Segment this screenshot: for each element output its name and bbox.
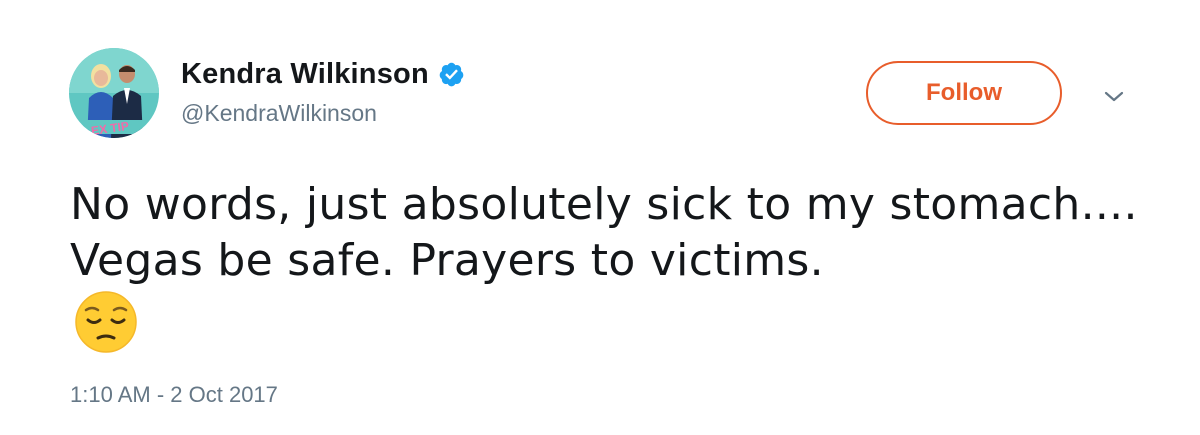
follow-button[interactable]: Follow	[866, 61, 1062, 125]
verified-badge-icon	[438, 61, 465, 88]
pensive-face-emoji-icon	[74, 290, 138, 354]
avatar-photo: EX TIP	[69, 48, 159, 138]
avatar[interactable]: EX TIP	[69, 48, 159, 138]
tweet-text: No words, just absolutely sick to my sto…	[70, 179, 1138, 286]
chevron-down-icon[interactable]	[1102, 88, 1126, 106]
name-row: Kendra Wilkinson	[181, 55, 465, 93]
author-info: Kendra Wilkinson @KendraWilkinson	[181, 55, 465, 127]
user-handle[interactable]: @KendraWilkinson	[181, 100, 465, 127]
tweet-timestamp[interactable]: 1:10 AM - 2 Oct 2017	[70, 382, 278, 408]
tweet-card: EX TIP Kendra Wilkinson @KendraWilkinson…	[0, 0, 1200, 435]
display-name[interactable]: Kendra Wilkinson	[181, 58, 429, 91]
